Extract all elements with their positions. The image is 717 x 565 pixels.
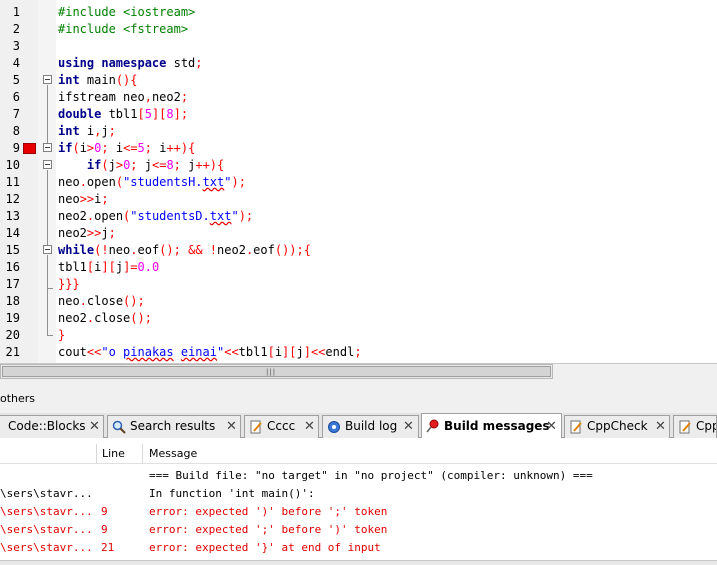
tab-cccc[interactable]: Cccc ✕ xyxy=(244,415,319,438)
line-number[interactable]: 5 xyxy=(0,72,20,89)
gear-icon xyxy=(328,421,340,433)
line-number[interactable]: 1 xyxy=(0,4,20,21)
line-number[interactable]: 11 xyxy=(0,174,20,191)
code-line-9[interactable]: if(i>0; i<=5; i++){ xyxy=(58,140,195,157)
code-line-20[interactable]: } xyxy=(58,327,65,344)
tab-search-results[interactable]: Search results ✕ xyxy=(107,415,241,438)
line-number[interactable]: 15 xyxy=(0,242,20,259)
fold-line xyxy=(47,255,48,288)
line-number[interactable]: 16 xyxy=(0,259,20,276)
fold-toggle-for-j[interactable] xyxy=(43,160,52,169)
code-line-10[interactable]: if(j>0; j<=8; j++){ xyxy=(58,157,224,174)
code-line-14[interactable]: neo2>>j; xyxy=(58,225,116,242)
close-icon[interactable]: ✕ xyxy=(655,416,666,437)
tab-label: Cccc xyxy=(267,419,296,433)
line-number[interactable]: 2 xyxy=(0,21,20,38)
list-item[interactable]: \sers\stavr... 9 error: expected ')' bef… xyxy=(0,503,717,521)
column-header-line[interactable]: Line xyxy=(102,447,125,460)
tab-label: Build log xyxy=(345,419,398,433)
code-line-5[interactable]: int main(){ xyxy=(58,72,138,89)
tab-codeblocks[interactable]: Code::Blocks ✕ xyxy=(0,415,104,438)
close-icon[interactable]: ✕ xyxy=(89,416,100,437)
list-header: Line Message xyxy=(0,444,717,464)
pin-icon xyxy=(426,419,439,433)
line-number[interactable]: 20 xyxy=(0,327,20,344)
tab-build-messages[interactable]: Build messages ✕ xyxy=(421,413,562,439)
line-number[interactable]: 13 xyxy=(0,208,20,225)
panel-title: others xyxy=(0,392,36,405)
tab-label: Cpp xyxy=(696,419,716,433)
logs-tab-bar: Code::Blocks ✕ Search results ✕ Cccc ✕ B… xyxy=(0,413,717,439)
code-line-1[interactable]: #include <iostream> xyxy=(58,4,195,21)
document-pencil-icon xyxy=(570,420,582,434)
code-line-6[interactable]: ifstream neo,neo2; xyxy=(58,89,188,106)
line-number[interactable]: 3 xyxy=(0,38,20,55)
close-icon[interactable]: ✕ xyxy=(546,416,557,437)
code-line-7[interactable]: double tbl1[5][8]; xyxy=(58,106,188,123)
tab-label: Code::Blocks xyxy=(8,419,86,433)
breakpoint-marker[interactable] xyxy=(23,143,36,154)
document-pencil-icon xyxy=(679,420,691,434)
fold-end xyxy=(47,335,53,336)
code-line-13[interactable]: neo2.open("studentsD.txt"); xyxy=(58,208,253,225)
code-line-21[interactable]: cout<<"o pinakas einai"<<tbl1[i][j]<<end… xyxy=(58,344,362,361)
tab-label: CppCheck xyxy=(587,419,648,433)
line-number[interactable]: 9 xyxy=(0,140,20,157)
line-number[interactable]: 4 xyxy=(0,55,20,72)
tab-cpp[interactable]: Cpp xyxy=(673,415,717,438)
close-icon[interactable]: ✕ xyxy=(304,416,315,437)
fold-line xyxy=(47,288,48,335)
line-number[interactable]: 21 xyxy=(0,344,20,361)
line-number[interactable]: 19 xyxy=(0,310,20,327)
fold-toggle-for-i[interactable] xyxy=(43,143,52,152)
line-number[interactable]: 14 xyxy=(0,225,20,242)
tab-build-log[interactable]: Build log ✕ xyxy=(322,415,419,438)
list-item[interactable]: \sers\stavr... In function 'int main()': xyxy=(0,485,717,503)
code-line-16[interactable]: tbl1[i][j]=0.0 xyxy=(58,259,159,276)
list-item[interactable]: \sers\stavr... 9 error: expected ';' bef… xyxy=(0,521,717,539)
fold-line xyxy=(47,170,48,245)
search-icon xyxy=(112,420,126,434)
code-line-15[interactable]: while(!neo.eof(); && !neo2.eof());{ xyxy=(58,242,311,259)
log-horizontal-scrollbar[interactable] xyxy=(0,560,717,565)
fold-toggle-while[interactable] xyxy=(43,245,52,254)
document-pencil-icon xyxy=(250,420,262,434)
code-line-18[interactable]: neo.close(); xyxy=(58,293,145,310)
grip-icon: ||| xyxy=(266,368,277,376)
code-line-19[interactable]: neo2.close(); xyxy=(58,310,152,327)
line-number[interactable]: 18 xyxy=(0,293,20,310)
code-line-4[interactable]: using namespace std; xyxy=(58,55,203,72)
line-number[interactable]: 6 xyxy=(0,89,20,106)
code-editor[interactable]: 1 2 3 4 5 6 7 8 9 10 11 12 13 14 15 16 17 18 19 20 21 #inclu… xyxy=(0,0,717,364)
close-icon[interactable]: ✕ xyxy=(226,416,237,437)
editor-horizontal-scrollbar[interactable]: ||| xyxy=(0,364,553,379)
line-number[interactable]: 12 xyxy=(0,191,20,208)
code-line-2[interactable]: #include <fstream> xyxy=(58,21,188,38)
line-number[interactable]: 17 xyxy=(0,276,20,293)
list-item[interactable]: \sers\stavr... 21 error: expected '}' at… xyxy=(0,539,717,557)
list-item[interactable]: === Build file: "no target" in "no proje… xyxy=(0,467,717,485)
tab-label: Build messages xyxy=(444,419,550,433)
scrollbar-thumb[interactable]: ||| xyxy=(2,366,551,377)
column-divider[interactable] xyxy=(142,444,143,464)
line-number[interactable]: 10 xyxy=(0,157,20,174)
close-icon[interactable]: ✕ xyxy=(403,416,414,437)
line-number[interactable]: 7 xyxy=(0,106,20,123)
fold-line xyxy=(47,85,48,143)
code-line-8[interactable]: int i,j; xyxy=(58,123,116,140)
tab-cppcheck[interactable]: CppCheck ✕ xyxy=(564,415,670,438)
fold-toggle-main[interactable] xyxy=(43,75,52,84)
line-number[interactable]: 8 xyxy=(0,123,20,140)
code-line-17[interactable]: }}} xyxy=(58,276,80,293)
code-line-12[interactable]: neo>>i; xyxy=(58,191,109,208)
column-divider[interactable] xyxy=(96,444,97,464)
tab-label: Search results xyxy=(130,419,216,433)
build-messages-list[interactable]: Line Message === Build file: "no target"… xyxy=(0,438,717,565)
code-line-11[interactable]: neo.open("studentsH.txt"); xyxy=(58,174,246,191)
column-header-message[interactable]: Message xyxy=(149,447,197,460)
